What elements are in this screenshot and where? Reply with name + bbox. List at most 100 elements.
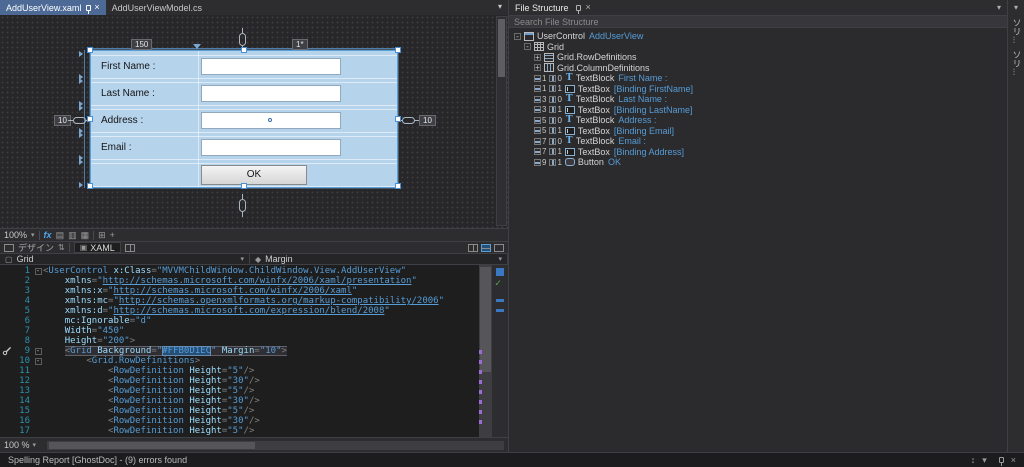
vertical-split-icon[interactable] [468,243,478,252]
snap-grid-icon[interactable]: ▥ [68,230,77,240]
editor-zoom-dropdown-icon[interactable]: ▾ [33,441,37,449]
swap-panes-icon[interactable]: ⇅ [58,243,65,252]
code-line[interactable]: 9- <Grid Background="#FFB0D1EC" Margin="… [0,346,478,356]
column-divider-marker[interactable] [193,44,201,49]
file-structure-item[interactable]: + Grid.ColumnDefinitions [509,63,1007,74]
selection-handle[interactable] [87,47,93,53]
horizontal-split-icon[interactable] [481,243,491,252]
tree-expander-icon[interactable]: - [514,32,521,40]
code-line[interactable]: 14 <RowDefinition Height="30"/> [0,396,478,406]
document-list-dropdown-icon[interactable]: ▾ [492,0,508,15]
solution-explorer-tab-2[interactable]: ソリ... [1009,50,1024,76]
editor-zoom-level[interactable]: 100 % [4,440,30,450]
scrollbar-thumb[interactable] [49,441,255,449]
row-divider-marker[interactable] [79,51,83,57]
fold-collapse-icon[interactable]: - [34,358,42,365]
code-line[interactable]: 13 <RowDefinition Height="5"/> [0,386,478,396]
form-preview[interactable]: First Name : Last Name : Address : Email : O… [87,47,401,189]
code-line[interactable]: 5 xmlns:d="http://schemas.microsoft.com/… [0,306,478,316]
scrollbar-thumb[interactable] [498,19,505,77]
right-anchor-icon[interactable] [397,117,420,124]
row-divider-marker[interactable] [79,105,83,111]
zoom-level[interactable]: 100% [4,230,27,240]
split-view-icon[interactable] [124,243,135,252]
snaplines-icon[interactable]: ⊞ [98,230,106,240]
tree-expander-icon[interactable]: + [534,53,541,61]
file-structure-item[interactable]: 1 1 TextBox [Binding FirstName] [509,84,1007,95]
collapse-pane-icon[interactable] [494,243,504,252]
horizontal-scrollbar[interactable] [47,440,504,450]
bottom-anchor-icon[interactable] [239,194,246,217]
close-icon[interactable]: × [94,3,99,12]
row-divider-marker[interactable] [79,78,83,84]
code-line[interactable]: 6 mc:Ignorable="d" [0,316,478,326]
form-textbox[interactable] [201,139,341,156]
file-structure-item[interactable]: 3 1 TextBox [Binding LastName] [509,105,1007,116]
selection-handle[interactable] [241,47,247,53]
file-structure-item[interactable]: 7 1 TextBox [Binding Address] [509,147,1007,158]
scrollbar-thumb[interactable] [480,267,491,372]
code-line[interactable]: 10- <Grid.RowDefinitions> [0,356,478,366]
tree-expander-icon[interactable]: - [524,43,531,51]
tab-adduserview-xaml[interactable]: AddUserView.xaml × [0,0,106,15]
form-textbox[interactable] [201,58,341,75]
selection-handle[interactable] [87,183,93,189]
code-line[interactable]: 3 xmlns:x="http://schemas.microsoft.com/… [0,286,478,296]
pin-icon[interactable] [575,4,581,14]
close-icon[interactable]: × [1011,455,1016,465]
column1-width-label[interactable]: 150 [131,39,153,50]
code-line[interactable]: 4 xmlns:mc="http://schemas.openxmlformat… [0,296,478,306]
editor-vertical-scrollbar[interactable] [479,265,492,437]
file-structure-item[interactable]: 10 TextBlockFirst Name : [509,73,1007,84]
file-structure-item[interactable]: 5 1 TextBox [Binding Email] [509,126,1007,137]
code-line[interactable]: 1- <UserControl x:Class="MVVMChildWindow.… [0,266,478,276]
file-structure-search[interactable]: Search File Structure [509,15,1007,28]
gridlines-icon[interactable]: ▦ [81,230,90,240]
form-textbox[interactable] [201,85,341,102]
file-structure-item[interactable]: 70 TextBlockEmail : [509,136,1007,147]
code-line[interactable]: 17 <RowDefinition Height="5"/> [0,426,478,436]
top-anchor-icon[interactable] [239,28,246,51]
tree-expander-icon[interactable]: + [534,64,541,72]
selection-handle[interactable] [395,116,401,122]
file-structure-item[interactable]: 50 TextBlockAddress : [509,115,1007,126]
code-line[interactable]: 8 Height="200"> [0,336,478,346]
selection-handle[interactable] [87,116,93,122]
file-structure-item[interactable]: - UserControl AddUserView [509,31,1007,42]
xaml-design-surface[interactable]: 150 1* 10 10 First Name : Last Name : Addr… [0,15,508,228]
zoom-dropdown-icon[interactable]: ▾ [31,231,35,239]
xaml-code-editor[interactable]: 1- <UserControl x:Class="MVVMChildWindow.… [0,265,508,437]
file-structure-item[interactable]: 30 TextBlockLast Name : [509,94,1007,105]
row-divider-marker[interactable] [79,182,83,188]
left-anchor-icon[interactable] [68,117,91,124]
row-divider-marker[interactable] [79,159,83,165]
selection-handle[interactable] [395,183,401,189]
code-line[interactable]: 12 <RowDefinition Height="30"/> [0,376,478,386]
selection-handle[interactable] [395,47,401,53]
element-dropdown-icon[interactable]: ▾ [240,255,244,263]
selection-handle[interactable] [241,183,247,189]
element-breadcrumb[interactable]: ▢ Grid ▾ [0,254,250,264]
file-health-check-icon[interactable]: ✓ [495,278,501,289]
fold-collapse-icon[interactable]: - [34,268,42,275]
xaml-tab[interactable]: ▣ XAML [73,242,121,253]
file-structure-item[interactable]: 9 1 Button OK [509,157,1007,168]
column2-width-label[interactable]: 1* [292,39,308,50]
row-divider-marker[interactable] [79,132,83,138]
property-breadcrumb[interactable]: ◆ Margin ▾ [250,254,508,264]
panel-menu-icon[interactable]: ▾ [997,3,1001,12]
dropdown-icon[interactable]: ▾ [982,455,987,466]
scroll-icon[interactable]: ↕ [971,455,976,465]
fold-collapse-icon[interactable]: - [34,348,42,355]
code-line[interactable]: 15 <RowDefinition Height="5"/> [0,406,478,416]
file-structure-item[interactable]: - Grid [509,42,1007,53]
code-line[interactable]: 2 xmlns="http://schemas.microsoft.com/wi… [0,276,478,286]
close-icon[interactable]: × [586,3,591,12]
designer-vertical-scrollbar[interactable] [496,16,507,226]
effects-toggle-icon[interactable]: fx [44,230,52,240]
property-dropdown-icon[interactable]: ▾ [498,255,502,263]
code-line[interactable]: 11 <RowDefinition Height="5"/> [0,366,478,376]
tab-adduserviewmodel-cs[interactable]: AddUserViewModel.cs [105,0,209,15]
right-margin-label[interactable]: 10 [419,115,436,126]
pin-icon[interactable] [998,457,1004,466]
